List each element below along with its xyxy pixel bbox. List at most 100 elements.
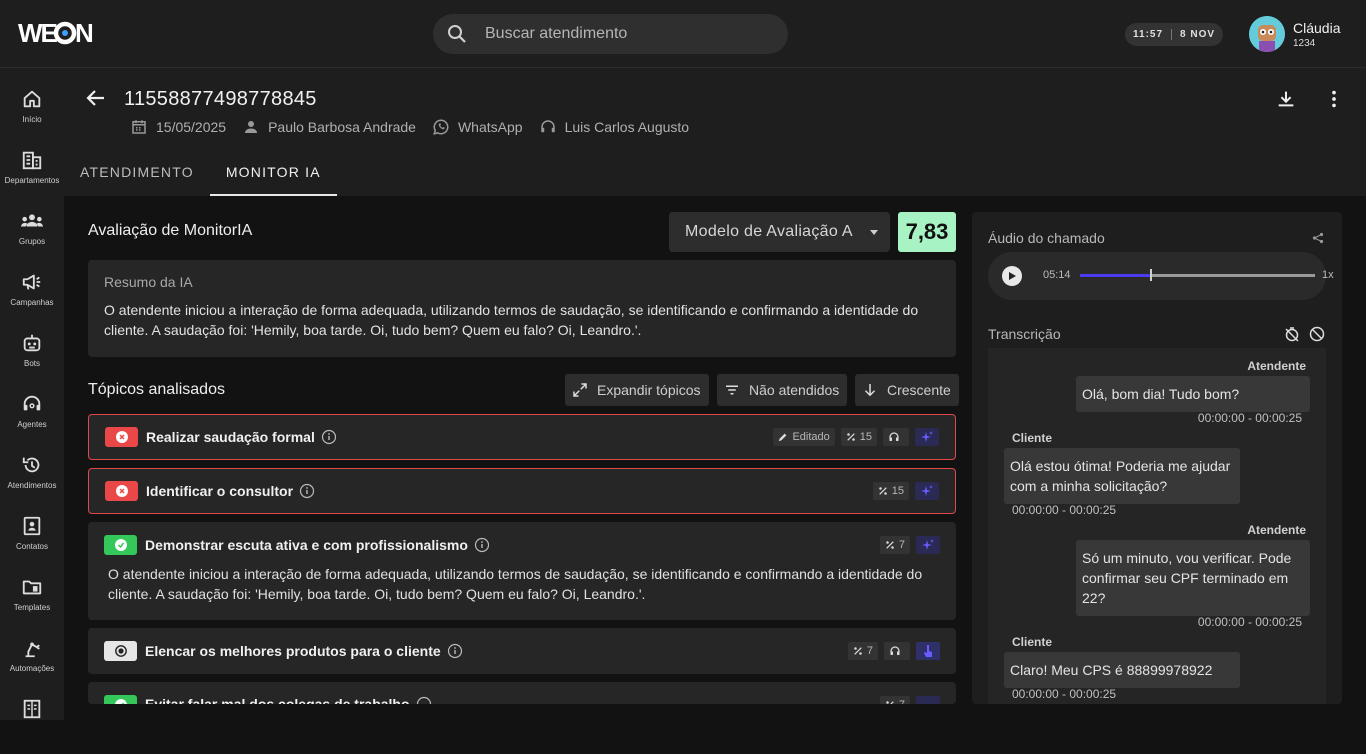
- agent-chip: [883, 428, 909, 446]
- weight-chip: 7: [847, 642, 878, 660]
- audio-transcript-panel: Áudio do chamado 05:14 1x Transcrição At…: [972, 212, 1342, 704]
- meta-client: Paulo Barbosa Andrade: [242, 118, 416, 136]
- percent-icon: [854, 647, 862, 655]
- topic-chips: 15: [867, 482, 939, 500]
- ai-sparkle-button[interactable]: [915, 482, 939, 500]
- sidebar-item-label: Campanhas: [10, 298, 54, 307]
- message-time: 00:00:00 - 00:00:25: [1012, 503, 1117, 517]
- ai-sparkle-button[interactable]: [915, 428, 939, 446]
- more-options-button[interactable]: [1323, 88, 1345, 110]
- search-input[interactable]: [485, 25, 765, 43]
- sidebar-item-templates[interactable]: Templates: [0, 576, 64, 632]
- sidebar-item-label: Grupos: [18, 237, 46, 246]
- sidebar-item-label: Início: [22, 115, 42, 124]
- tab-atendimento[interactable]: ATENDIMENTO: [64, 152, 210, 196]
- percent-icon: [847, 433, 855, 441]
- ai-sparkle-button[interactable]: [916, 536, 940, 554]
- message-time: 00:00:00 - 00:00:25: [1012, 687, 1117, 701]
- speaker-label: Cliente: [1012, 635, 1053, 649]
- topic-chips: 7: [874, 696, 940, 704]
- sidebar-item-automacoes[interactable]: Automações: [0, 637, 64, 693]
- audio-player: 05:14 1x: [988, 252, 1334, 300]
- back-button[interactable]: [84, 86, 108, 110]
- user-id: 1234: [1293, 38, 1316, 49]
- user-name[interactable]: Cláudia: [1293, 20, 1340, 36]
- edit-icon: [779, 433, 787, 442]
- ticket-id: 11558877498778845: [124, 88, 317, 110]
- topic-chips: 7: [842, 642, 940, 660]
- topic-item[interactable]: Evitar falar mal dos colegas de trabalho…: [88, 682, 956, 704]
- sidebar-item-bots[interactable]: Bots: [0, 332, 64, 388]
- ai-hand-button[interactable]: [916, 642, 940, 660]
- topic-item[interactable]: Realizar saudação formal Editado 15: [88, 414, 956, 460]
- edited-text: Editado: [792, 431, 830, 443]
- topic-item[interactable]: Demonstrar escuta ativa e com profission…: [88, 522, 956, 620]
- percent-icon: [886, 541, 894, 549]
- status-pass-badge: [104, 535, 137, 555]
- topic-name: Elencar os melhores produtos para o clie…: [145, 643, 463, 659]
- block-button[interactable]: [1309, 326, 1325, 342]
- topic-item[interactable]: Elencar os melhores produtos para o clie…: [88, 628, 956, 674]
- weight-text: 7: [899, 699, 905, 704]
- message-bubble: Olá estou ótima! Poderia me ajudar com a…: [1004, 448, 1240, 504]
- sidebar-item-atendimentos[interactable]: Atendimentos: [0, 454, 64, 510]
- clock-badge: 11:57 8 NOV: [1125, 23, 1224, 46]
- sidebar-item-inicio[interactable]: Início: [0, 88, 64, 144]
- topic-item[interactable]: Identificar o consultor 15: [88, 468, 956, 514]
- download-button[interactable]: [1275, 88, 1297, 110]
- evaluation-title: Avaliação de MonitorIA: [88, 222, 253, 239]
- info-icon[interactable]: [299, 483, 315, 499]
- score-badge: 7,83: [898, 212, 956, 252]
- audio-seek-bar[interactable]: [1080, 269, 1315, 281]
- search-bar[interactable]: [433, 14, 788, 54]
- share-icon: [1312, 232, 1324, 244]
- topic-name-text: Identificar o consultor: [146, 483, 294, 499]
- topic-name-text: Demonstrar escuta ativa e com profission…: [145, 537, 468, 553]
- tab-monitor-ia[interactable]: MONITOR IA: [209, 152, 337, 196]
- home-icon: [23, 90, 41, 108]
- sidebar-item-label: Templates: [13, 603, 51, 612]
- model-select[interactable]: Modelo de Avaliação A: [669, 212, 890, 252]
- filter-button[interactable]: Não atendidos: [717, 374, 848, 406]
- info-icon[interactable]: [416, 696, 432, 704]
- meta-agent: Luis Carlos Augusto: [539, 118, 689, 136]
- info-icon[interactable]: [474, 537, 490, 553]
- timer-off-button[interactable]: [1284, 326, 1300, 342]
- sparkle-icon: [921, 431, 933, 442]
- svg-text:N: N: [75, 21, 94, 45]
- weight-text: 15: [859, 431, 872, 443]
- topic-name: Evitar falar mal dos colegas de trabalho: [145, 696, 432, 704]
- speaker-label: Atendente: [1247, 359, 1306, 373]
- meta-client-text: Paulo Barbosa Andrade: [268, 119, 416, 135]
- topic-name-text: Evitar falar mal dos colegas de trabalho: [145, 696, 410, 704]
- sidebar-item-grupos[interactable]: Grupos: [0, 210, 64, 266]
- avatar[interactable]: [1249, 16, 1285, 52]
- audio-seek-thumb[interactable]: [1149, 269, 1152, 281]
- expand-topics-button[interactable]: Expandir tópicos: [565, 374, 709, 406]
- share-button[interactable]: [1312, 232, 1324, 244]
- playback-speed[interactable]: 1x: [1322, 269, 1334, 281]
- play-icon: [1009, 272, 1016, 280]
- sidebar-item-campanhas[interactable]: Campanhas: [0, 271, 64, 327]
- info-icon[interactable]: [321, 429, 337, 445]
- message-time: 00:00:00 - 00:00:25: [1197, 615, 1302, 629]
- sidebar-item-label: Agentes: [17, 420, 47, 429]
- topic-chips: 7: [874, 536, 940, 554]
- play-button[interactable]: [1002, 266, 1022, 286]
- info-icon[interactable]: [447, 643, 463, 659]
- check-circle-icon: [114, 699, 127, 704]
- sort-button[interactable]: Crescente: [855, 374, 959, 406]
- download-icon: [1278, 91, 1294, 107]
- edited-chip: Editado: [773, 428, 835, 446]
- status-fail-badge: [105, 427, 138, 447]
- weon-logo[interactable]: WE N: [18, 21, 96, 45]
- ai-sparkle-button[interactable]: [916, 696, 940, 704]
- sidebar-item-agentes[interactable]: Agentes: [0, 393, 64, 449]
- sidebar-item-contatos[interactable]: Contatos: [0, 515, 64, 571]
- audio-time: 05:14: [1043, 269, 1071, 281]
- more-vertical-icon: [1332, 90, 1336, 108]
- sidebar-item-label: Atendimentos: [7, 481, 57, 490]
- sidebar-item-departamentos[interactable]: Departamentos: [0, 149, 64, 205]
- sidebar-item-book[interactable]: [0, 698, 64, 754]
- sidebar-item-label: Contatos: [15, 542, 49, 551]
